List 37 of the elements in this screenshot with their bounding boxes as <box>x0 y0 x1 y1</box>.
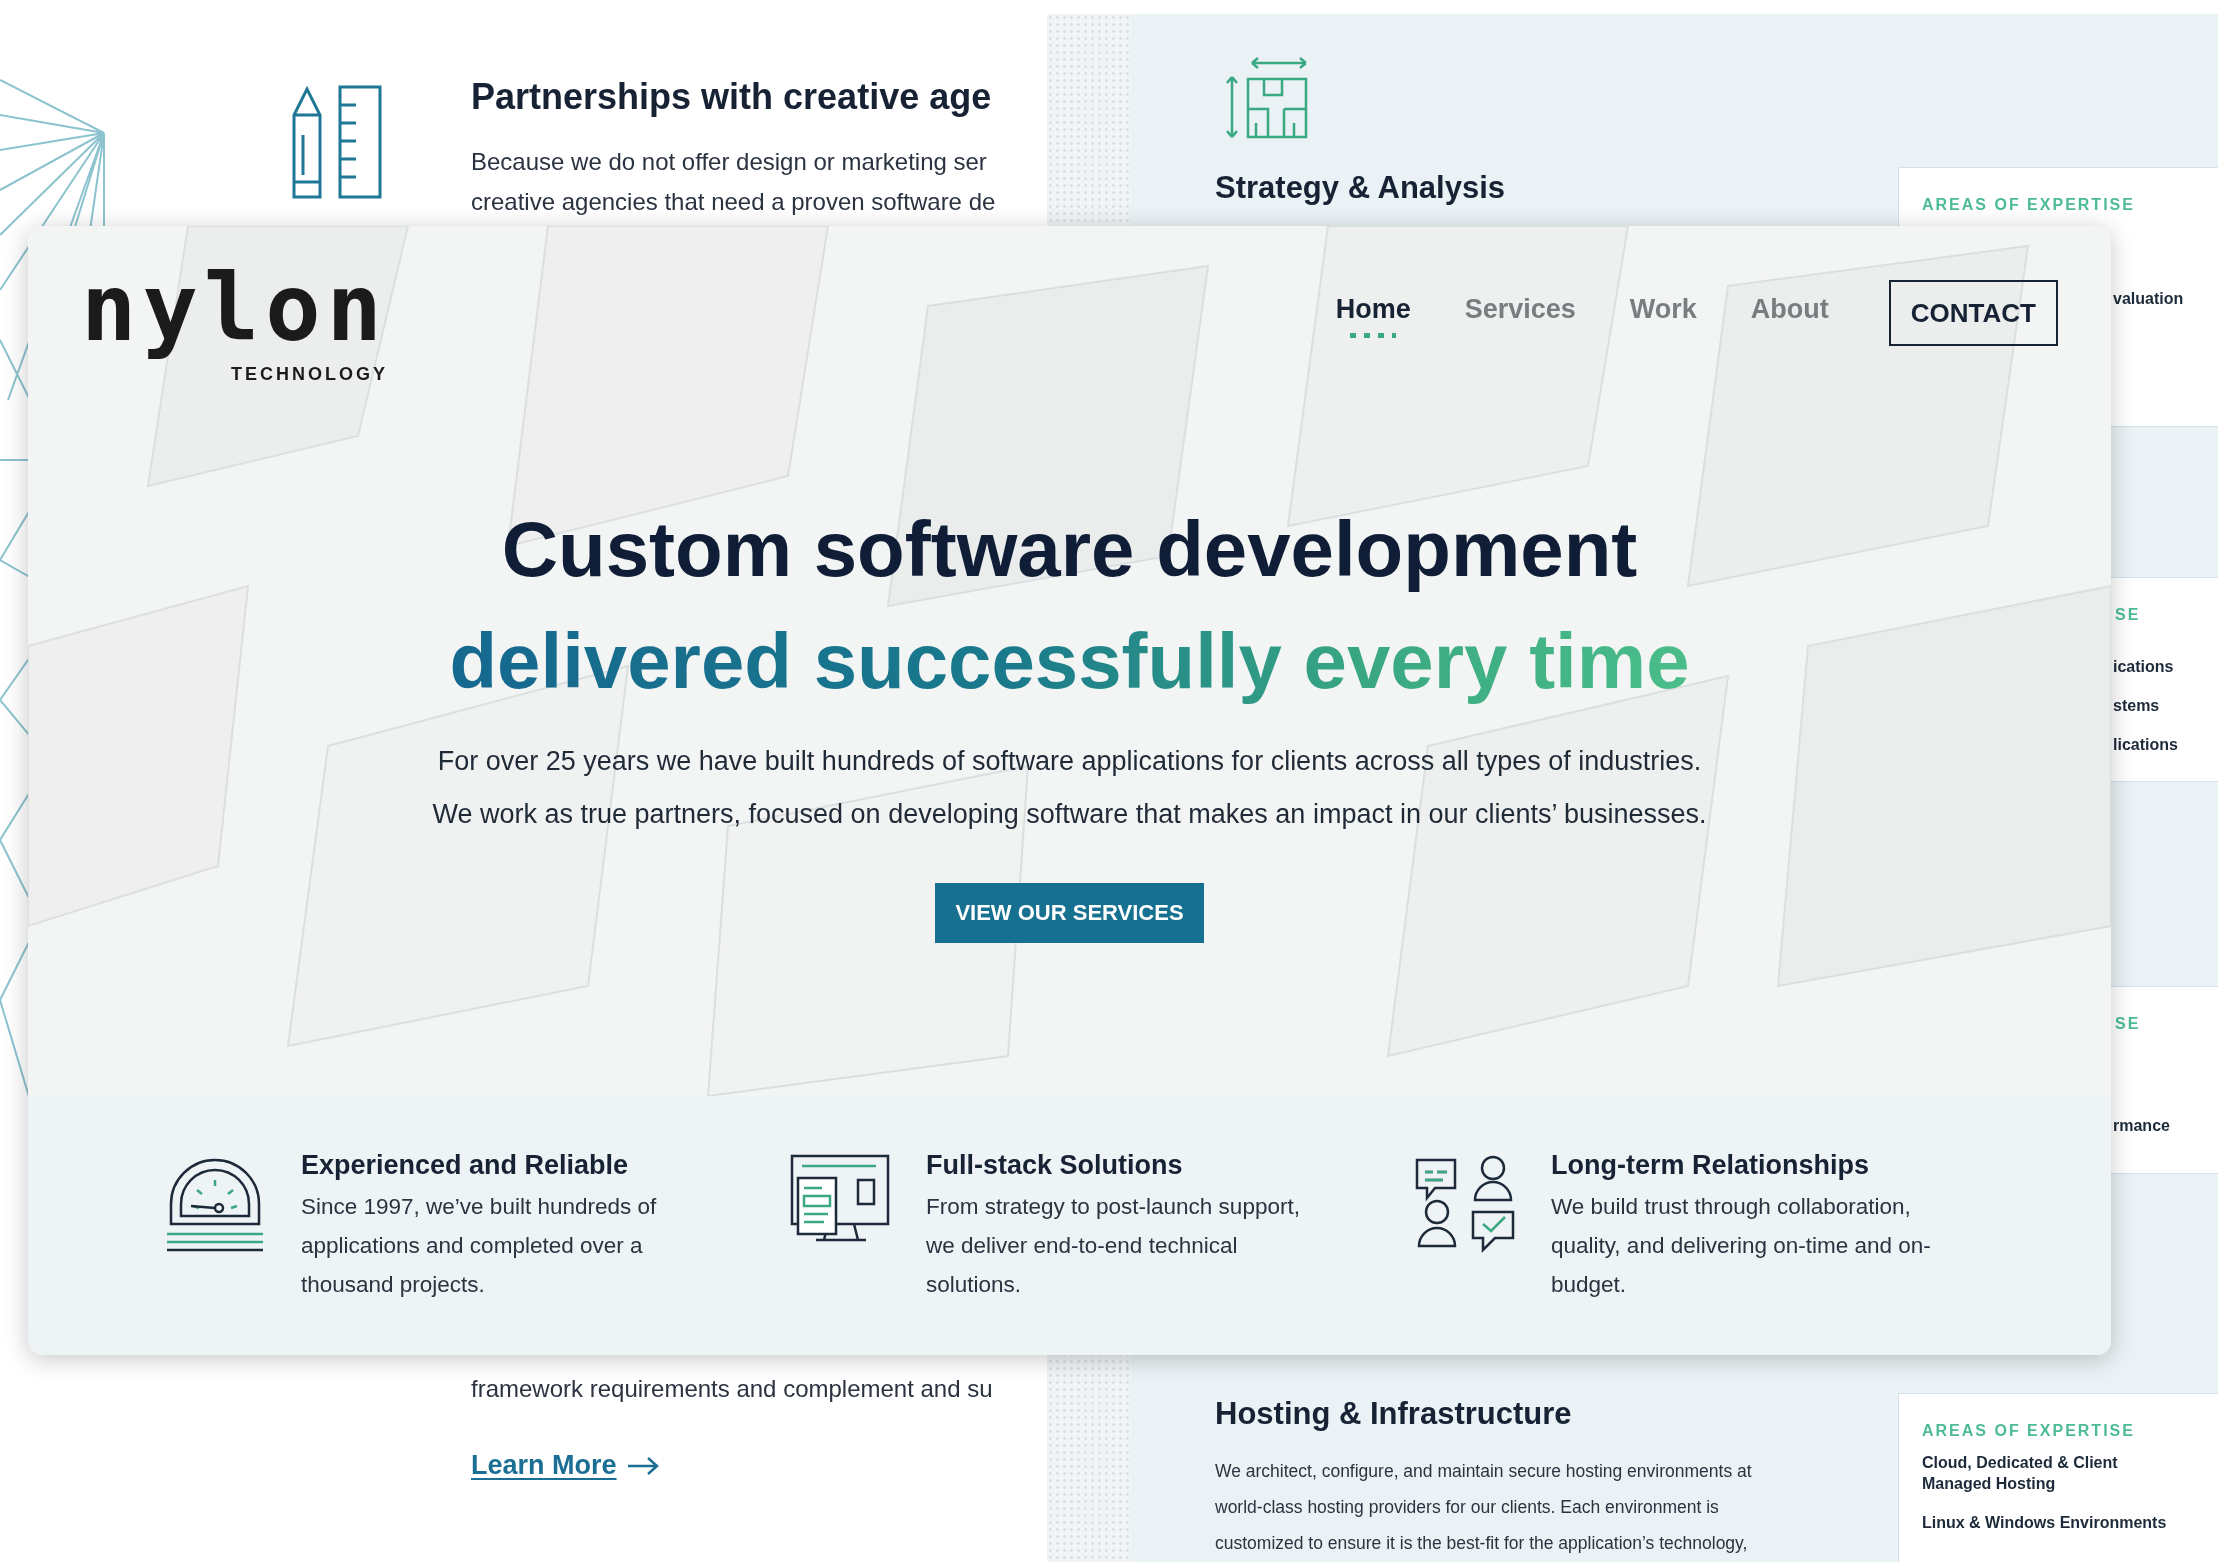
card-label: AREAS OF EXPERTISE <box>1922 1422 2135 1440</box>
arrow-right-icon <box>626 1455 659 1476</box>
nav-link[interactable]: Home <box>1335 294 1411 338</box>
feature-text: From strategy to post-launch support, we deliver end-to-end technical solutions. <box>926 1193 1300 1299</box>
feature-title: Experienced and Reliable <box>301 1150 630 1181</box>
expertise-item: Cloud, Dedicated & Client Managed Hosting <box>1922 1453 2119 1494</box>
pencil-ruler-icon <box>290 85 384 200</box>
expertise-item: valuation <box>2113 289 2184 309</box>
section-heading: Hosting & Infrastructure <box>1215 1396 1572 1432</box>
feature-text: We build trust through collaboration, quality, and delivering on-time and on- budget. <box>1551 1193 1931 1299</box>
view-services-button[interactable]: VIEW OUR SERVICES <box>935 883 1204 943</box>
expertise-item: Linux & Windows Environments <box>1922 1513 2168 1533</box>
expertise-item: rmance <box>2113 1116 2170 1136</box>
expertise-item: ications <box>2113 657 2175 677</box>
learn-more-link[interactable]: Learn More <box>471 1450 617 1481</box>
feature-title: Long-term Relationships <box>1551 1150 1870 1181</box>
nav-link[interactable]: Work <box>1629 294 1697 325</box>
people-chat-icon <box>1413 1154 1517 1254</box>
feature-title: Full-stack Solutions <box>926 1150 1184 1181</box>
hero-intro: For over 25 years we have built hundreds of software applications for clients across all types of industries. We work as true partners, focused on developing software that makes an impact in our clients’ businesses. <box>432 745 1707 831</box>
contact-button[interactable]: CONTACT <box>1888 280 2058 346</box>
card-label: SE <box>2115 606 2141 624</box>
body-text: We architect, configure, and maintain secure hosting environments at world-class hosting providers for our clients. Each environment is customized to ensure it is the best-fit for the application’s technology, <box>1215 1460 1752 1555</box>
expertise-item: lications <box>2113 735 2178 755</box>
feature-text: Since 1997, we’ve built hundreds of applications and completed over a thousand projects. <box>301 1193 657 1299</box>
section-heading: Partnerships with creative age <box>471 76 992 118</box>
floor-plan-icon <box>1224 57 1310 139</box>
expertise-item: stems <box>2113 696 2161 716</box>
body-text: framework requirements and complement and su <box>471 1375 993 1403</box>
nav-link[interactable]: About <box>1750 294 1829 325</box>
body-text: Because we do not offer design or marketing ser creative agencies that need a proven software de <box>471 147 996 217</box>
logo-tagline: TECHNOLOGY <box>230 364 388 385</box>
section-heading: Strategy & Analysis <box>1215 170 1506 206</box>
card-label: SE <box>2115 1015 2141 1033</box>
nav-link[interactable]: Services <box>1464 294 1576 325</box>
hero-headline: Custom software development <box>501 504 1638 595</box>
card-label: AREAS OF EXPERTISE <box>1922 196 2135 214</box>
